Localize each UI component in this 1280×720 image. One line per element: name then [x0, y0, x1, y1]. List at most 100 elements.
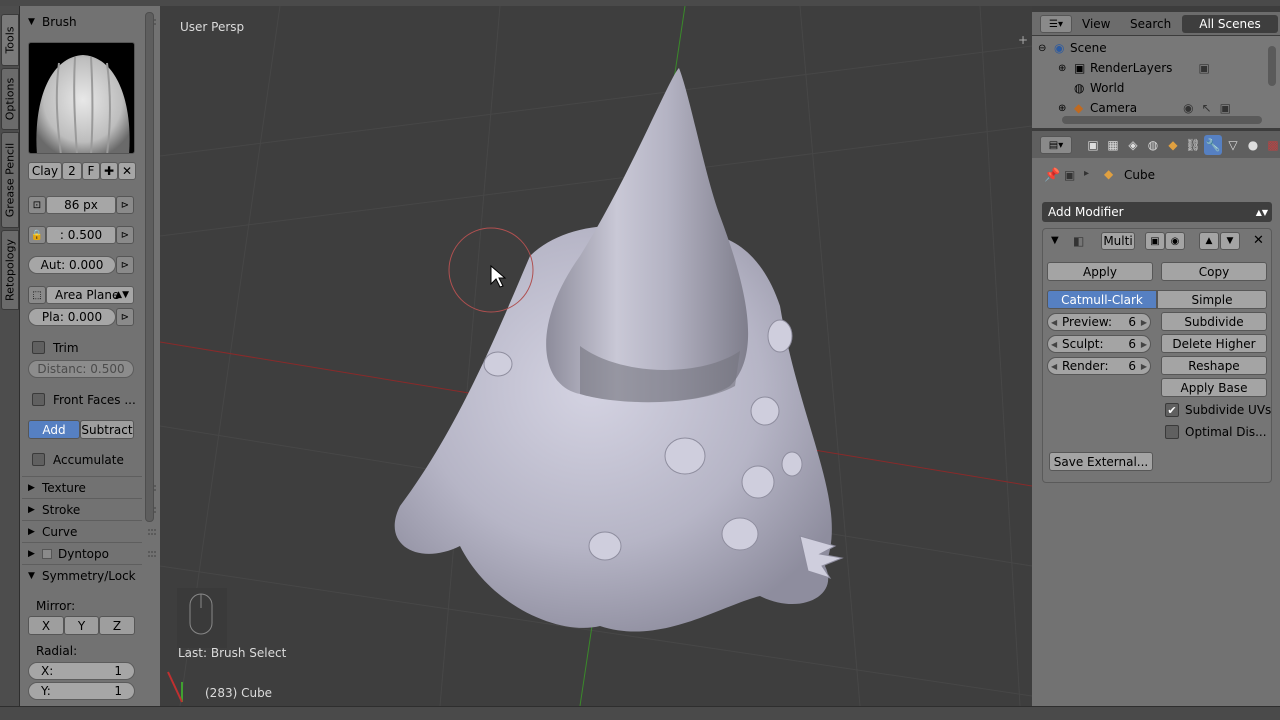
close-icon[interactable]: ✕ — [1253, 233, 1264, 248]
move-down-icon[interactable]: ▼ — [1220, 232, 1240, 250]
simple-button[interactable]: Simple — [1157, 290, 1267, 309]
preview-levels-field[interactable]: ◀ Preview: 6 ▶ — [1047, 313, 1151, 331]
eye-icon[interactable]: ◉ — [1165, 232, 1185, 250]
arrow-right-icon[interactable]: ▶ — [1141, 340, 1147, 349]
trim-checkbox[interactable] — [32, 341, 45, 354]
brush-users-field[interactable]: 2 — [62, 162, 82, 180]
plane-icon[interactable]: ⬚ — [28, 286, 46, 304]
collapse-icon[interactable]: ⊖ — [1038, 43, 1054, 54]
mirror-x-button[interactable]: X — [28, 616, 64, 635]
optimal-display-checkbox[interactable] — [1165, 425, 1179, 439]
curve-panel-header[interactable]: ▶ Curve — [28, 522, 158, 542]
distance-field[interactable]: Distanc: 0.500 — [28, 360, 134, 378]
pressure-icon[interactable]: ⊳ — [116, 308, 134, 326]
strength-field[interactable]: : 0.500 — [46, 226, 116, 244]
modifiers-tab-wrench-icon[interactable]: 🔧 — [1204, 135, 1222, 155]
copy-button[interactable]: Copy — [1161, 262, 1267, 281]
pin-icon[interactable]: 📌 — [1044, 168, 1060, 183]
camera-icon[interactable]: ▣ — [1145, 232, 1165, 250]
data-tab-icon[interactable]: ▽ — [1224, 135, 1242, 155]
brush-name-field[interactable]: Clay — [28, 162, 62, 180]
sculpt-levels-field[interactable]: ◀ Sculpt: 6 ▶ — [1047, 335, 1151, 353]
apply-base-button[interactable]: Apply Base — [1161, 378, 1267, 397]
add-button[interactable]: Add — [28, 420, 80, 439]
3d-viewport[interactable]: + User Persp Last: Brush Select (283) Cu… — [160, 6, 1032, 706]
outliner-vertical-scrollbar[interactable] — [1268, 46, 1276, 86]
outliner-row-renderlayers[interactable]: ⊕ ▣ RenderLayers ▣ — [1058, 60, 1210, 76]
symmetry-panel-header[interactable]: ▼ Symmetry/Lock — [28, 566, 158, 586]
autosmooth-field[interactable]: Aut: 0.000 — [28, 256, 116, 274]
radial-x-field[interactable]: X: 1 — [28, 662, 135, 680]
outliner-row-world[interactable]: ◍ World — [1074, 80, 1124, 96]
arrow-right-icon[interactable]: ▶ — [1141, 362, 1147, 371]
sculpt-plane-dropdown[interactable]: Area Plane ▲▼ — [46, 286, 134, 304]
tab-tools[interactable]: Tools — [1, 14, 19, 66]
render-levels-field[interactable]: ◀ Render: 6 ▶ — [1047, 357, 1151, 375]
brush-preview[interactable] — [28, 42, 135, 154]
scene-tab-icon[interactable]: ◈ — [1124, 135, 1142, 155]
add-brush-icon[interactable]: ✚ — [100, 162, 118, 180]
mirror-y-button[interactable]: Y — [64, 616, 99, 635]
catmull-clark-button[interactable]: Catmull-Clark — [1047, 290, 1157, 309]
collapse-triangle-icon[interactable]: ▼ — [1051, 235, 1059, 246]
brush-panel-header[interactable]: ▼ Brush — [28, 12, 158, 32]
plane-offset-field[interactable]: Pla: 0.000 — [28, 308, 116, 326]
object-tab-icon[interactable]: ◆ — [1164, 135, 1182, 155]
expand-icon[interactable]: ⊕ — [1058, 103, 1074, 114]
texture-panel-header[interactable]: ▶ Texture — [28, 478, 158, 498]
outliner-row-scene[interactable]: ⊖ ◉ Scene — [1038, 40, 1107, 56]
lock-icon[interactable]: 🔒 — [28, 226, 46, 244]
cursor-icon[interactable]: ↖ — [1202, 101, 1212, 115]
tab-retopology[interactable]: Retopology — [1, 230, 19, 310]
pressure-icon[interactable]: ⊳ — [116, 256, 134, 274]
outliner-horizontal-scrollbar[interactable] — [1062, 116, 1262, 124]
move-up-icon[interactable]: ▲ — [1199, 232, 1219, 250]
accumulate-checkbox[interactable] — [32, 453, 45, 466]
add-modifier-dropdown[interactable]: Add Modifier ▲▼ — [1042, 202, 1272, 222]
constraints-tab-icon[interactable]: ⛓ — [1184, 135, 1202, 155]
grip-icon[interactable] — [148, 551, 156, 557]
render-icon[interactable]: ▣ — [1198, 61, 1209, 75]
close-icon[interactable]: ✕ — [118, 162, 136, 180]
grip-icon[interactable] — [148, 529, 156, 535]
display-mode-dropdown[interactable]: All Scenes — [1182, 15, 1278, 33]
front-faces-checkbox[interactable] — [32, 393, 45, 406]
plus-icon[interactable]: + — [1018, 33, 1028, 47]
render-tab-icon[interactable]: ▣ — [1084, 135, 1102, 155]
arrow-right-icon[interactable]: ▶ — [1141, 318, 1147, 327]
stroke-panel-header[interactable]: ▶ Stroke — [28, 500, 158, 520]
outliner-row-camera[interactable]: ⊕ ◆ Camera ◉ ↖ ▣ — [1058, 100, 1231, 116]
pressure-icon[interactable]: ⊳ — [116, 226, 134, 244]
eye-icon[interactable]: ◉ — [1183, 101, 1193, 115]
subdivide-uvs-checkbox[interactable]: ✔ — [1165, 403, 1179, 417]
editor-type-icon[interactable]: ☰▾ — [1040, 15, 1072, 33]
camera-render-icon[interactable]: ▣ — [1220, 101, 1231, 115]
reshape-button[interactable]: Reshape — [1161, 356, 1267, 375]
arrow-left-icon[interactable]: ◀ — [1051, 318, 1057, 327]
expand-icon[interactable]: ⊕ — [1058, 63, 1074, 74]
mirror-z-button[interactable]: Z — [99, 616, 135, 635]
material-tab-icon[interactable]: ● — [1244, 135, 1262, 155]
outliner-menu-view[interactable]: View — [1082, 12, 1110, 36]
arrow-left-icon[interactable]: ◀ — [1051, 340, 1057, 349]
dyntopo-panel-header[interactable]: ▶ Dyntopo — [28, 544, 158, 564]
radius-field[interactable]: 86 px — [46, 196, 116, 214]
texture-tab-icon[interactable]: ▩ — [1264, 135, 1280, 155]
toolshelf-scrollbar[interactable] — [145, 12, 154, 522]
fake-user-button[interactable]: F — [82, 162, 100, 180]
tab-grease-pencil[interactable]: Grease Pencil — [1, 132, 19, 228]
pressure-icon[interactable]: ⊳ — [116, 196, 134, 214]
editor-type-icon[interactable]: ▤▾ — [1040, 136, 1072, 154]
tab-options[interactable]: Options — [1, 68, 19, 130]
subtract-button[interactable]: Subtract — [80, 420, 134, 439]
layers-tab-icon[interactable]: ▦ — [1104, 135, 1122, 155]
arrow-left-icon[interactable]: ◀ — [1051, 362, 1057, 371]
apply-button[interactable]: Apply — [1047, 262, 1153, 281]
delete-higher-button[interactable]: Delete Higher — [1161, 334, 1267, 353]
dyntopo-checkbox[interactable] — [42, 549, 52, 559]
radial-y-field[interactable]: Y: 1 — [28, 682, 135, 700]
world-tab-icon[interactable]: ◍ — [1144, 135, 1162, 155]
modifier-name-field[interactable]: Multi — [1101, 232, 1135, 250]
outliner-menu-search[interactable]: Search — [1130, 12, 1171, 36]
save-external-button[interactable]: Save External... — [1049, 452, 1153, 471]
